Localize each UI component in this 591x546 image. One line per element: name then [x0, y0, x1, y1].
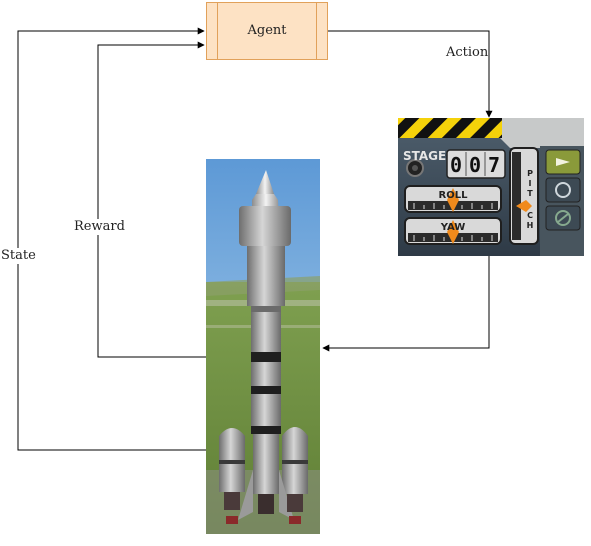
agent-node: Agent	[206, 2, 328, 60]
pitch-letter-c: C	[527, 211, 533, 220]
action-label: Action	[446, 45, 489, 61]
reward-label: Reward	[74, 219, 125, 235]
reward-arrow	[97, 41, 206, 358]
diagram-canvas: STAGE 0 0 7 ROLL YAW P I T C H	[17, 27, 584, 534]
pitch-letter-t: T	[527, 189, 533, 198]
stage-label: STAGE	[403, 149, 446, 163]
panel-to-environment-arrow	[322, 256, 490, 352]
stage-digit-1: 0	[450, 153, 462, 177]
roll-label: ROLL	[439, 190, 469, 201]
pitch-letter-h: H	[527, 221, 534, 230]
parachute-icon	[545, 177, 581, 203]
stage-digit-2: 0	[469, 153, 481, 177]
agent-label: Agent	[247, 23, 287, 38]
control-panel-image: STAGE 0 0 7 ROLL YAW P I T C H	[398, 118, 584, 256]
state-arrow	[17, 27, 206, 451]
pitch-letter-p: P	[527, 169, 533, 178]
stage-digit-3: 7	[488, 153, 500, 177]
state-label: State	[1, 248, 36, 264]
action-arrow	[328, 30, 493, 118]
environment-image	[206, 159, 320, 534]
yaw-label: YAW	[440, 222, 466, 233]
pitch-letter-i: I	[529, 179, 532, 188]
